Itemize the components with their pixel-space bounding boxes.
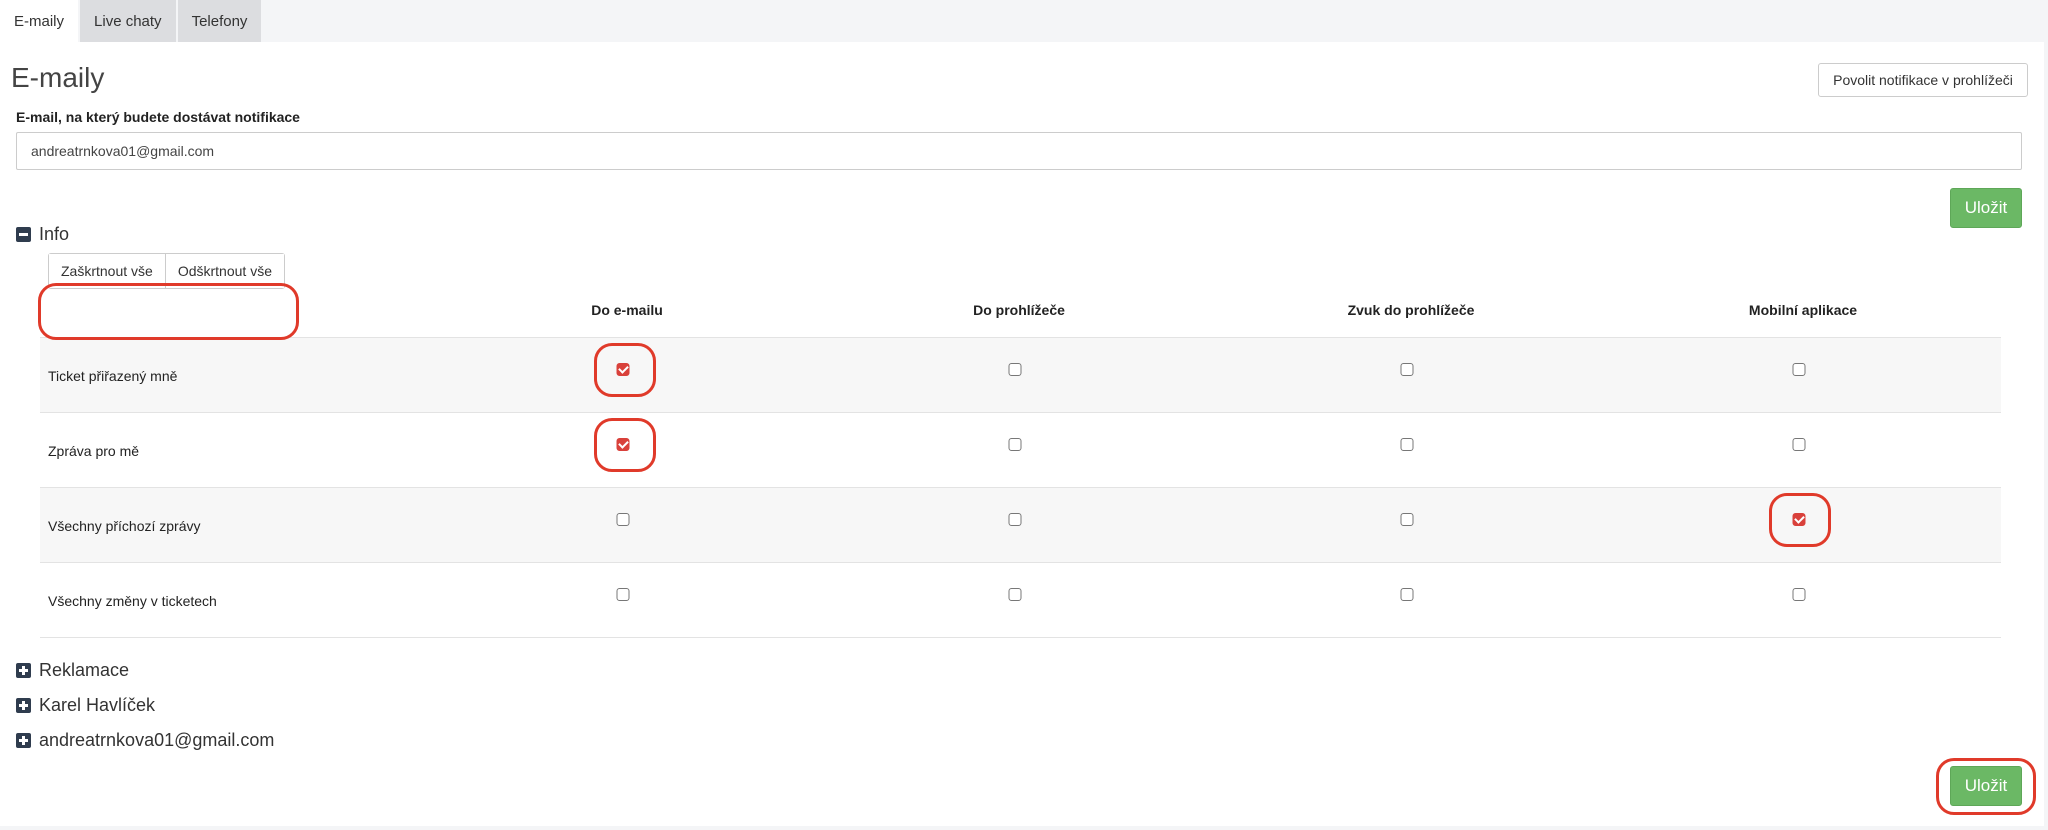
section-email-account-title: andreatrnkova01@gmail.com [39, 730, 275, 750]
checkbox-all-ticket-changes-sound[interactable] [1400, 588, 1414, 601]
save-button-bottom[interactable]: Uložit [1950, 766, 2022, 806]
plus-square-icon [16, 698, 31, 713]
checkbox-all-ticket-changes-email[interactable] [616, 588, 630, 601]
row-label: Všechny příchozí zprávy [48, 518, 201, 534]
checkbox-message-for-me-mobile[interactable] [1792, 438, 1806, 451]
column-header-email: Do e-mailu [591, 302, 663, 318]
column-header-browser: Do prohlížeče [973, 302, 1065, 318]
check-all-button[interactable]: Zaškrtnout vše [49, 254, 165, 288]
settings-panel: E-maily Povolit notifikace v prohlížeči … [0, 42, 2044, 826]
table-row: Všechny příchozí zprávy [40, 487, 2001, 562]
bulk-check-group: Zaškrtnout vše Odškrtnout vše [48, 253, 285, 289]
minus-square-icon [16, 227, 31, 242]
table-row: Ticket přiřazený mně [40, 337, 2001, 412]
checkbox-all-incoming-browser[interactable] [1008, 513, 1022, 526]
row-label: Ticket přiřazený mně [48, 368, 178, 384]
checkbox-ticket-assigned-mobile[interactable] [1792, 363, 1806, 376]
checkbox-all-ticket-changes-mobile[interactable] [1792, 588, 1806, 601]
section-info-title: Info [39, 224, 70, 244]
section-karel-havlicek-title: Karel Havlíček [39, 695, 156, 715]
checkbox-ticket-assigned-browser[interactable] [1008, 363, 1022, 376]
checkbox-all-incoming-email[interactable] [616, 513, 630, 526]
section-reklamace-toggle[interactable]: Reklamace [16, 660, 129, 681]
checkbox-all-incoming-mobile[interactable] [1792, 513, 1806, 526]
checkbox-ticket-assigned-email[interactable] [616, 363, 630, 376]
column-header-mobile-app: Mobilní aplikace [1748, 302, 1858, 318]
enable-browser-notifications-button[interactable]: Povolit notifikace v prohlížeči [1818, 63, 2028, 97]
uncheck-all-button[interactable]: Odškrtnout vše [164, 254, 284, 288]
tab-bar: E-maily Live chaty Telefony [0, 0, 263, 42]
tab-live-chats[interactable]: Live chaty [80, 0, 176, 42]
checkbox-ticket-assigned-sound[interactable] [1400, 363, 1414, 376]
section-email-account-toggle[interactable]: andreatrnkova01@gmail.com [16, 730, 274, 751]
checkbox-all-ticket-changes-browser[interactable] [1008, 588, 1022, 601]
save-button-top[interactable]: Uložit [1950, 188, 2022, 228]
table-row: Zpráva pro mě [40, 412, 2001, 487]
row-label: Všechny změny v ticketech [48, 593, 217, 609]
page-title: E-maily [11, 62, 105, 93]
plus-square-icon [16, 663, 31, 678]
section-info-toggle[interactable]: Info [16, 224, 69, 245]
section-karel-havlicek-toggle[interactable]: Karel Havlíček [16, 695, 155, 716]
checkbox-message-for-me-sound[interactable] [1400, 438, 1414, 451]
table-bottom-divider [40, 637, 2001, 638]
column-header-browser-sound: Zvuk do prohlížeče [1347, 302, 1475, 318]
section-reklamace-title: Reklamace [39, 660, 130, 680]
checkbox-all-incoming-sound[interactable] [1400, 513, 1414, 526]
checkbox-message-for-me-browser[interactable] [1008, 438, 1022, 451]
tab-emails[interactable]: E-maily [0, 0, 79, 42]
table-row: Všechny změny v ticketech [40, 562, 2001, 637]
notification-email-input[interactable] [16, 132, 2022, 170]
checkbox-message-for-me-email[interactable] [616, 438, 630, 451]
plus-square-icon [16, 733, 31, 748]
email-label: E-mail, na který budete dostávat notifik… [16, 109, 300, 125]
tab-phones[interactable]: Telefony [177, 0, 262, 42]
row-label: Zpráva pro mě [48, 443, 140, 459]
